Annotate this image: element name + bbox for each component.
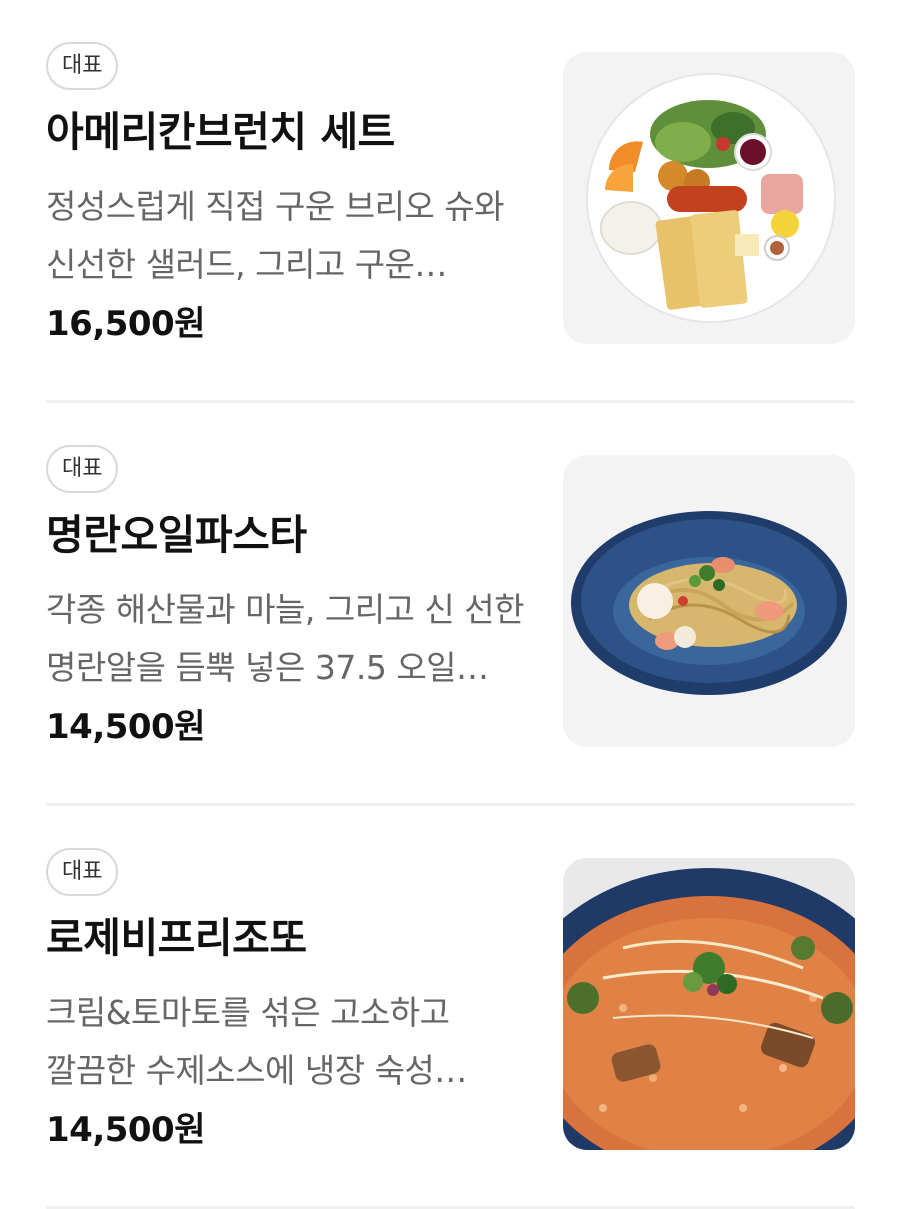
signature-badge: 대표 [46, 42, 119, 90]
menu-item-price: 14,500원 [46, 707, 205, 747]
menu-item-name: 로제비프리조또 [46, 914, 307, 962]
menu-item-price: 14,500원 [46, 1110, 205, 1150]
menu-item-photo[interactable] [563, 455, 855, 747]
risotto-image [563, 858, 855, 1150]
brunch-plate-image [563, 52, 855, 344]
menu-item-price: 16,500원 [46, 304, 205, 344]
menu-item-american-brunch-set[interactable]: 대표 아메리칸브런치 세트 정성스럽게 직접 구운 브리오 슈와 신선한 샐러드… [0, 0, 900, 403]
signature-badge: 대표 [46, 848, 119, 896]
menu-item-name: 아메리칸브런치 세트 [46, 108, 395, 156]
menu-list: 대표 아메리칸브런치 세트 정성스럽게 직접 구운 브리오 슈와 신선한 샐러드… [0, 0, 900, 1209]
menu-item-rose-beef-risotto[interactable]: 대표 로제비프리조또 크림&토마토를 섞은 고소하고 깔끔한 수제소스에 냉장 … [0, 806, 900, 1209]
menu-item-name: 명란오일파스타 [46, 511, 307, 559]
menu-item-photo[interactable] [563, 858, 855, 1150]
pasta-bowl-image [563, 455, 855, 747]
menu-item-description: 정성스럽게 직접 구운 브리오 슈와 신선한 샐러드, 그리고 구운 소시지와 … [46, 187, 505, 284]
signature-badge: 대표 [46, 445, 119, 493]
menu-item-description: 각종 해산물과 마늘, 그리고 신 선한 명란알을 듬뿍 넣은 37.5 오일 … [46, 590, 524, 687]
menu-item-description: 크림&토마토를 섞은 고소하고 깔끔한 수제소스에 냉장 숙성 소고기를 올린 … [46, 993, 450, 1090]
menu-item-mentaiko-oil-pasta[interactable]: 대표 명란오일파스타 각종 해산물과 마늘, 그리고 신 선한 명란알을 듬뿍 … [0, 403, 900, 806]
menu-item-photo[interactable] [563, 52, 855, 344]
